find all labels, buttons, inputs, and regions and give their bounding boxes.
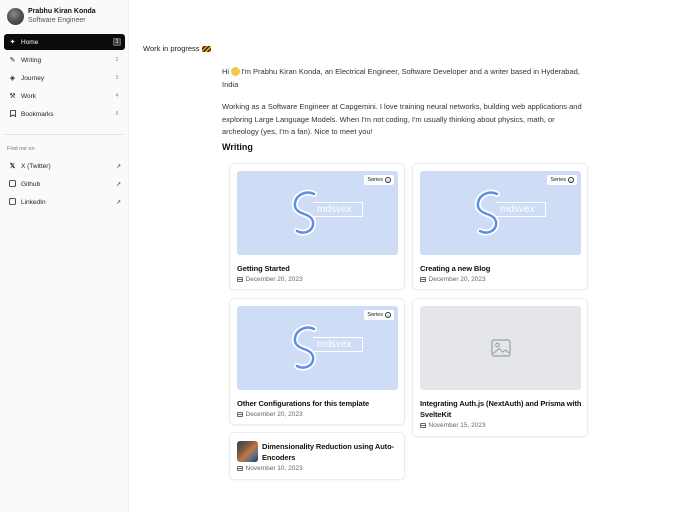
series-badge-label: Series [367, 312, 383, 318]
calendar-icon [420, 422, 426, 429]
mdsvex-logo-text: mdsvex [313, 337, 363, 352]
hammer-icon: ⚒ [9, 93, 16, 100]
x-icon: 𝕏 [9, 163, 16, 170]
compass-icon: ◈ [9, 75, 16, 82]
info-icon: i [385, 177, 391, 183]
post-title: Creating a new Blog [420, 264, 491, 273]
external-arrow-icon: ↗ [115, 199, 121, 206]
external-arrow-icon: ↗ [115, 181, 121, 188]
link-label: Github [21, 180, 41, 188]
sidebar: Prabhu Kiran Konda Software Engineer ✦ H… [0, 0, 129, 512]
construction-icon [201, 45, 211, 52]
link-linkedin[interactable]: LinkedIn ↗ [4, 194, 125, 210]
work-in-progress-banner: Work in progress [143, 44, 211, 53]
post-date-text: November 10, 2023 [245, 465, 303, 472]
bookmark-icon [8, 109, 17, 119]
link-github[interactable]: Github ↗ [4, 176, 125, 192]
post-thumbnail: Series i mdsvex [237, 306, 398, 390]
post-date: December 20, 2023 [237, 276, 303, 283]
linkedin-icon [8, 197, 17, 207]
mdsvex-logo: mdsvex [287, 189, 363, 239]
shortcut-key: 1 [113, 38, 121, 46]
nav-item-journey[interactable]: ◈ Journey 3 [4, 70, 125, 86]
nav-label: Work [21, 92, 37, 100]
intro-paragraph-1: Hi I'm Prabhu Kiran Konda, an Electrical… [222, 66, 592, 91]
post-card[interactable]: Series i mdsvex Creating a new Blog Decem… [412, 163, 588, 290]
info-icon: i [568, 177, 574, 183]
profile[interactable]: Prabhu Kiran Konda Software Engineer [7, 7, 96, 25]
post-title: Dimensionality Reduction using Auto-Enco… [262, 442, 394, 462]
shortcut-key: 5 [115, 111, 119, 117]
intro-text-1: I'm Prabhu Kiran Konda, an Electrical En… [222, 67, 580, 89]
post-title: Integrating Auth.js (NextAuth) and Prism… [420, 399, 582, 419]
mdsvex-logo: mdsvex [470, 189, 546, 239]
post-thumbnail-placeholder [420, 306, 581, 390]
github-icon [8, 179, 17, 189]
pen-icon: ✎ [9, 57, 16, 64]
post-date: November 10, 2023 [237, 465, 303, 472]
post-date-text: November 15, 2023 [428, 422, 486, 429]
nav-item-work[interactable]: ⚒ Work 4 [4, 88, 125, 104]
find-me-label: Find me on [7, 146, 35, 152]
post-title: Other Configurations for this template [237, 399, 370, 408]
link-label: LinkedIn [21, 198, 46, 206]
link-label: X (Twitter) [21, 162, 51, 170]
info-icon: i [385, 312, 391, 318]
nav-item-writing[interactable]: ✎ Writing 2 [4, 52, 125, 68]
intro: Hi I'm Prabhu Kiran Konda, an Electrical… [222, 66, 592, 139]
post-card[interactable]: Dimensionality Reduction using Auto-Enco… [229, 432, 405, 480]
nav-item-home[interactable]: ✦ Home 1 [4, 34, 125, 50]
external-arrow-icon: ↗ [115, 163, 121, 170]
nav-label: Bookmarks [21, 110, 54, 118]
link-twitter[interactable]: 𝕏 X (Twitter) ↗ [4, 158, 125, 174]
series-badge: Series i [364, 310, 394, 320]
nav-label: Writing [21, 56, 42, 64]
sidebar-divider [4, 134, 125, 135]
sparkle-icon: ✦ [9, 39, 16, 46]
post-card[interactable]: Series i mdsvex Getting Started December … [229, 163, 405, 290]
post-card[interactable]: Series i mdsvex Other Configurations for … [229, 298, 405, 425]
post-date: December 20, 2023 [237, 411, 303, 418]
post-date: December 20, 2023 [420, 276, 486, 283]
intro-paragraph-2: Working as a Software Engineer at Capgem… [222, 102, 582, 136]
main-nav: ✦ Home 1 ✎ Writing 2 ◈ Journey 3 ⚒ Work … [4, 34, 125, 124]
profile-role: Software Engineer [28, 17, 86, 24]
calendar-icon [237, 276, 243, 283]
post-card[interactable]: Integrating Auth.js (NextAuth) and Prism… [412, 298, 588, 437]
post-thumbnail: Series i mdsvex [420, 171, 581, 255]
wave-icon [231, 66, 241, 76]
post-thumbnail-small [237, 441, 258, 462]
calendar-icon [237, 465, 243, 472]
nav-label: Journey [21, 74, 45, 82]
nav-label: Home [21, 38, 39, 46]
calendar-icon [237, 411, 243, 418]
writing-section-title: Writing [222, 142, 253, 152]
mdsvex-logo: mdsvex [287, 324, 363, 374]
mdsvex-logo-text: mdsvex [313, 202, 363, 217]
series-badge-label: Series [550, 177, 566, 183]
shortcut-key: 4 [115, 93, 119, 99]
calendar-icon [420, 276, 426, 283]
image-placeholder-icon [491, 339, 511, 357]
avatar [7, 7, 24, 25]
profile-name: Prabhu Kiran Konda [28, 8, 96, 15]
intro-hi: Hi [222, 67, 230, 76]
nav-item-bookmarks[interactable]: Bookmarks 5 [4, 106, 125, 122]
post-title: Getting Started [237, 264, 290, 273]
shortcut-key: 3 [115, 75, 119, 81]
wip-text: Work in progress [143, 44, 200, 53]
series-badge-label: Series [367, 177, 383, 183]
series-badge: Series i [547, 175, 577, 185]
post-date-text: December 20, 2023 [245, 276, 303, 283]
post-date-text: December 20, 2023 [245, 411, 303, 418]
post-date: November 15, 2023 [420, 422, 486, 429]
mdsvex-logo-text: mdsvex [496, 202, 546, 217]
series-badge: Series i [364, 175, 394, 185]
social-links: 𝕏 X (Twitter) ↗ Github ↗ LinkedIn ↗ [4, 158, 125, 212]
post-thumbnail: Series i mdsvex [237, 171, 398, 255]
shortcut-key: 2 [115, 57, 119, 63]
post-date-text: December 20, 2023 [428, 276, 486, 283]
